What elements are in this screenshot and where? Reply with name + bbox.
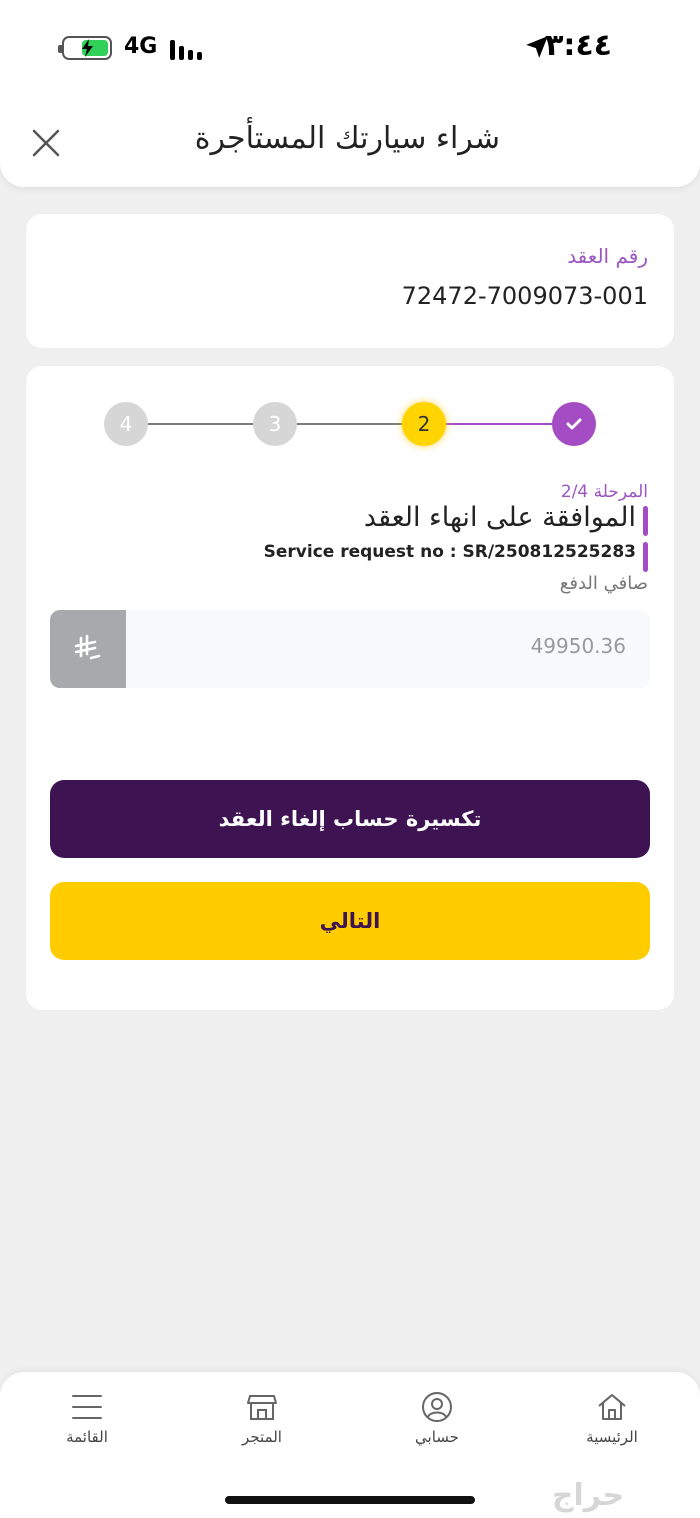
nav-item-account[interactable]: حسابي xyxy=(377,1390,497,1460)
status-time: ٣:٤٤ xyxy=(545,28,612,63)
nav-label-home: الرئيسية xyxy=(586,1428,638,1446)
nav-item-home[interactable]: الرئيسية xyxy=(552,1390,672,1460)
home-indicator[interactable] xyxy=(225,1496,475,1504)
close-icon[interactable] xyxy=(28,125,64,161)
network-type: 4G xyxy=(124,34,158,59)
store-icon xyxy=(247,1395,277,1420)
page-title: شراء سيارتك المستأجرة xyxy=(194,121,500,156)
saudi-riyal-icon xyxy=(50,610,126,688)
nav-label-menu: القائمة xyxy=(66,1428,108,1446)
check-icon xyxy=(566,418,582,430)
progress-stepper: 4 3 2 xyxy=(26,366,674,486)
stage-card: 4 3 2 المرحلة 2/4 الموافقة على انهاء الع… xyxy=(26,366,674,1010)
home-icon xyxy=(598,1394,626,1420)
watermark: حراج xyxy=(551,1478,625,1513)
net-payment-label: صافي الدفع xyxy=(559,573,648,594)
net-payment-value: 49950.36 xyxy=(530,634,626,658)
next-button[interactable]: التالي xyxy=(50,882,650,960)
nav-label-store: المتجر xyxy=(242,1428,282,1446)
nav-item-menu[interactable]: القائمة xyxy=(27,1390,147,1460)
step-1 xyxy=(552,402,596,446)
amount-field: 49950.36 xyxy=(50,610,650,688)
service-request-number: Service request no : SR/250812525283 xyxy=(263,542,636,562)
accent-bar xyxy=(643,506,648,536)
step-4: 4 xyxy=(104,402,148,446)
menu-icon xyxy=(72,1395,102,1419)
signal-icon xyxy=(170,40,202,60)
battery-icon xyxy=(58,36,112,60)
status-bar: 4G ٣:٤٤ xyxy=(0,0,700,95)
user-icon xyxy=(422,1392,452,1422)
step-3: 3 xyxy=(253,402,297,446)
page-header: شراء سيارتك المستأجرة xyxy=(0,95,700,187)
nav-label-account: حسابي xyxy=(415,1428,459,1446)
contract-card: رقم العقد 72472-7009073-001 xyxy=(26,214,674,348)
breakdown-button-label: تكسيرة حساب إلغاء العقد xyxy=(218,807,482,831)
contract-number-label: رقم العقد xyxy=(567,244,648,268)
stage-label: المرحلة 2/4 xyxy=(560,482,648,502)
nav-item-store[interactable]: المتجر xyxy=(202,1390,322,1460)
next-button-label: التالي xyxy=(319,909,381,933)
step-2: 2 xyxy=(402,402,446,446)
contract-number-value: 72472-7009073-001 xyxy=(401,282,648,310)
stage-title: الموافقة على انهاء العقد xyxy=(363,502,636,533)
contract-cancellation-breakdown-button[interactable]: تكسيرة حساب إلغاء العقد xyxy=(50,780,650,858)
accent-bar xyxy=(643,542,648,572)
